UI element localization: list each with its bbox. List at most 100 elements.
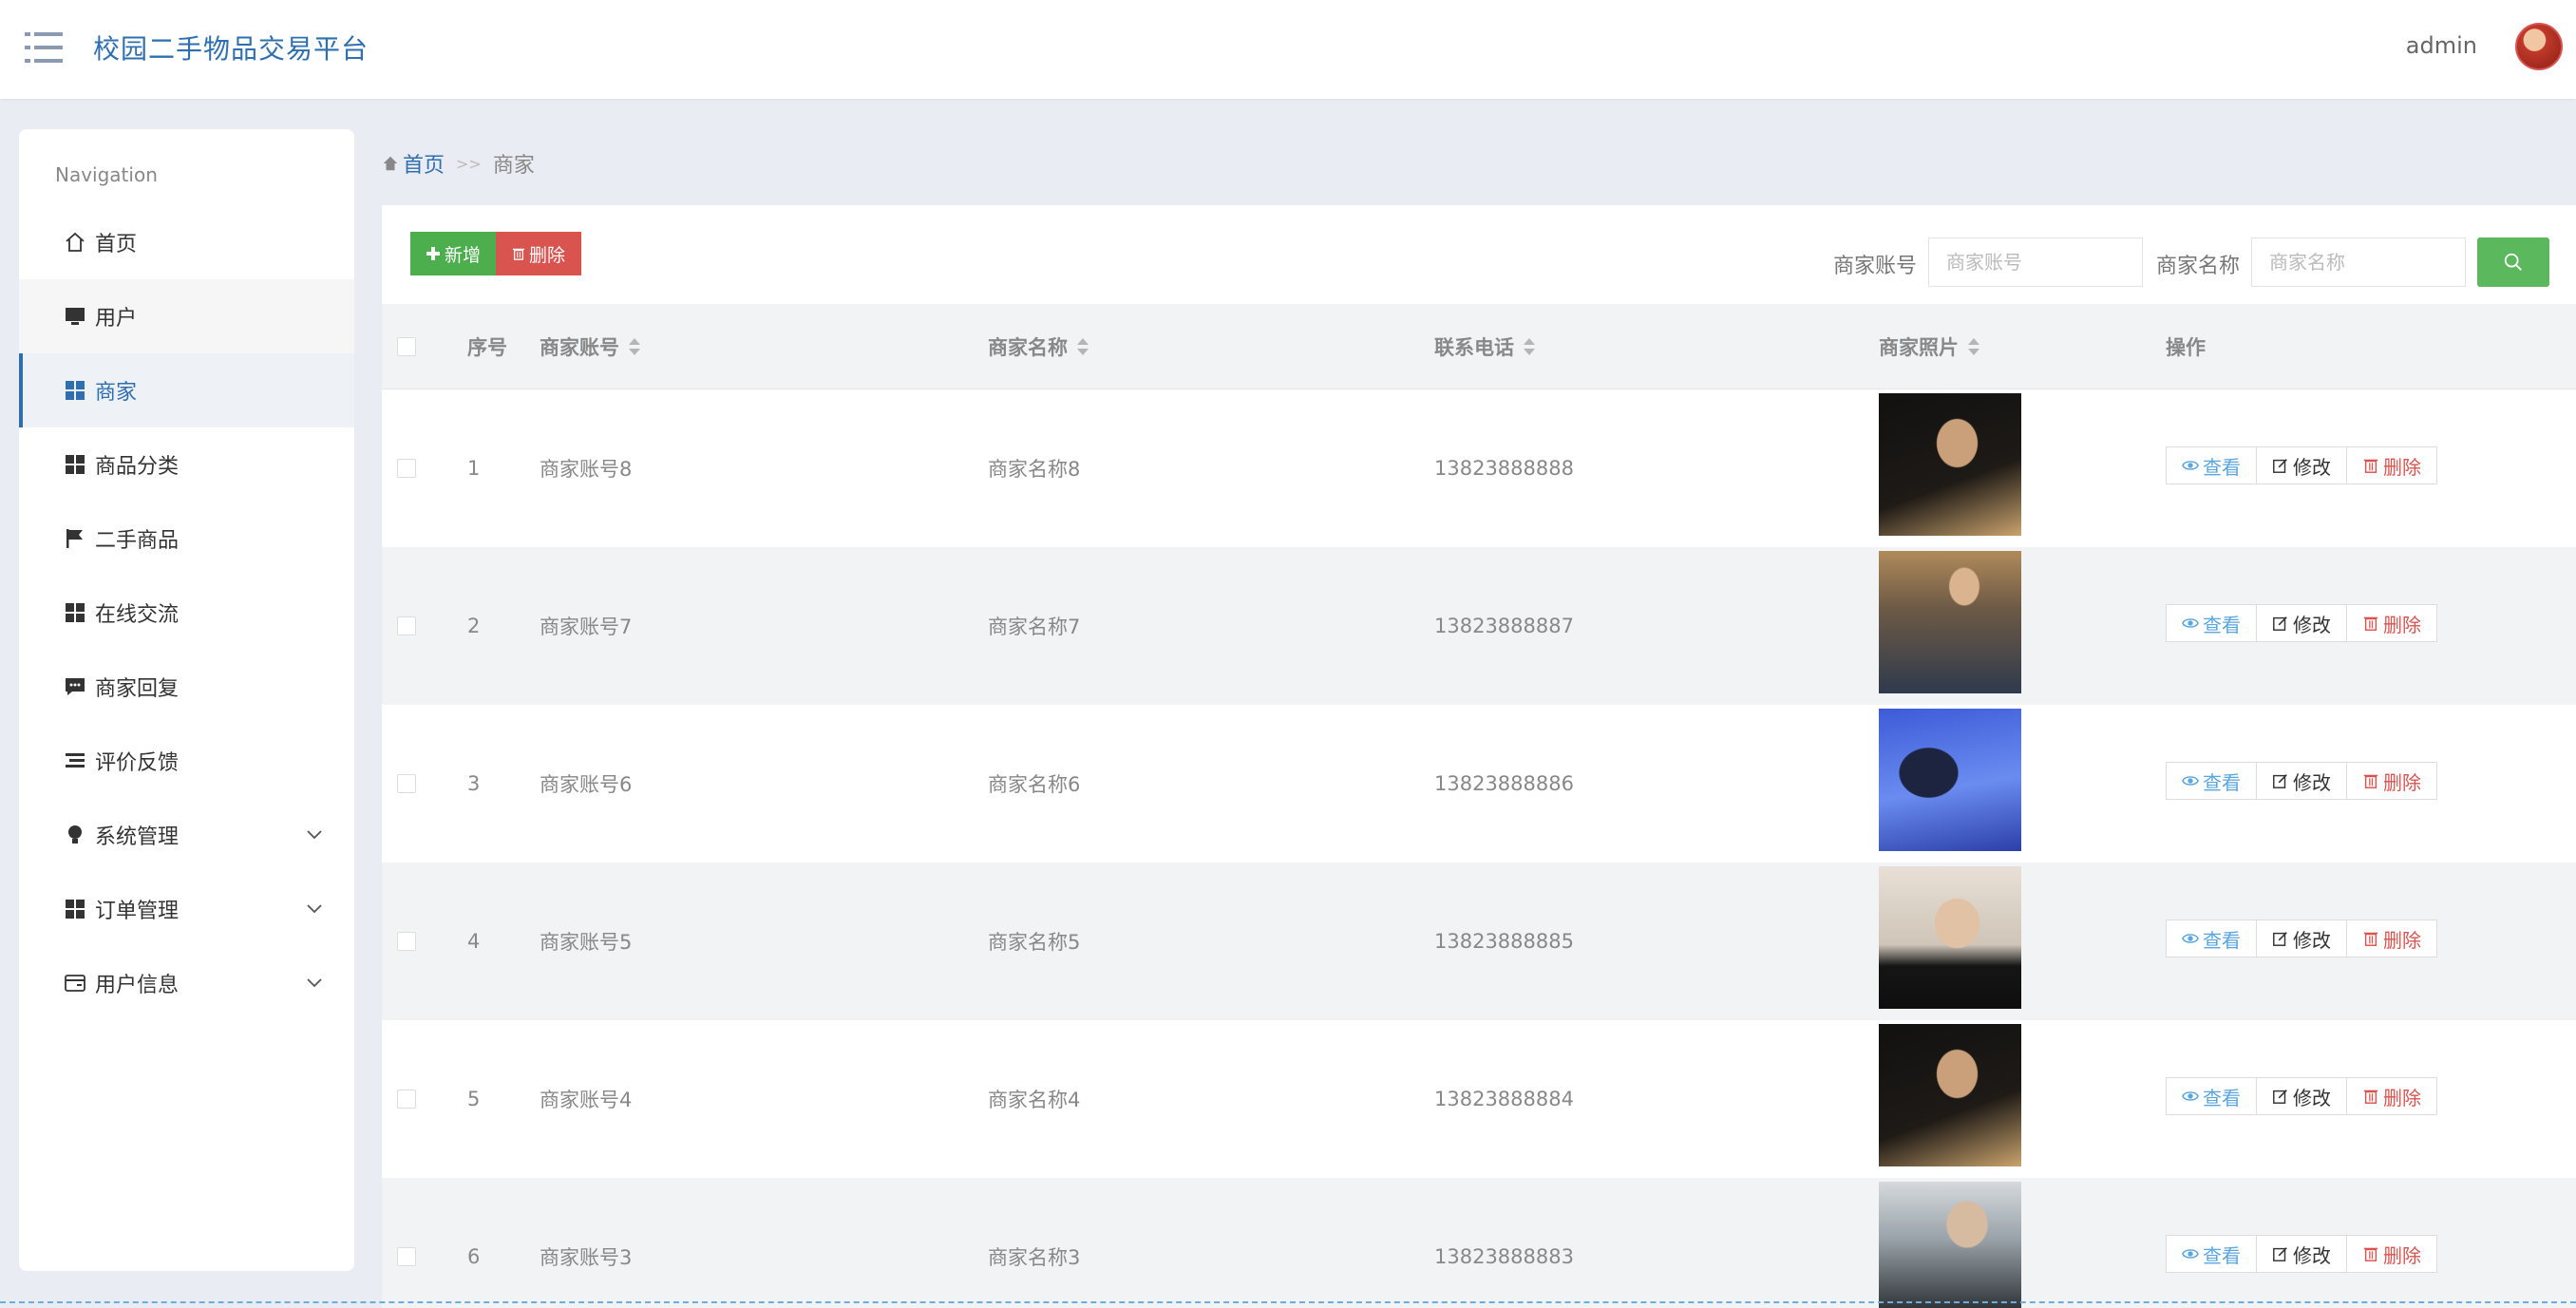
row-checkbox[interactable] <box>397 932 416 951</box>
cell-phone: 13823888887 <box>1434 615 1574 637</box>
delete-button[interactable]: 删除 <box>2346 604 2437 642</box>
sort-icon[interactable] <box>629 337 640 356</box>
edit-button[interactable]: 修改 <box>2256 1077 2347 1115</box>
cell-account: 商家账号7 <box>540 616 633 638</box>
sidebar-item-label: 订单管理 <box>95 900 180 923</box>
row-select-cell[interactable] <box>397 547 416 705</box>
name-search-input[interactable] <box>2251 237 2466 287</box>
delete-button-label: 删除 <box>528 244 565 266</box>
cell-index: 3 <box>467 772 481 795</box>
sidebar-item-feedback[interactable]: 评价反馈 <box>19 724 354 798</box>
view-button[interactable]: 查看 <box>2166 919 2257 957</box>
sidebar-item-categories[interactable]: 商品分类 <box>19 427 354 502</box>
row-select-cell[interactable] <box>397 1020 416 1178</box>
edit-button[interactable]: 修改 <box>2256 762 2347 800</box>
view-button-label: 查看 <box>2203 455 2241 479</box>
edit-button[interactable]: 修改 <box>2256 1235 2347 1273</box>
row-actions: 查看 修改 删除 <box>2166 919 2437 957</box>
header-name[interactable]: 商家名称 <box>988 304 1089 389</box>
view-button-label: 查看 <box>2203 770 2241 794</box>
row-select-cell[interactable] <box>397 1178 416 1308</box>
menu-toggle-icon[interactable] <box>25 28 63 66</box>
avatar[interactable] <box>2515 23 2563 70</box>
select-all-cell[interactable] <box>397 304 416 389</box>
sidebar-item-label: 系统管理 <box>95 825 180 849</box>
merchant-photo[interactable] <box>1879 1182 2021 1308</box>
merchant-photo[interactable] <box>1879 393 2021 536</box>
header-photo-label: 商家照片 <box>1879 336 1959 359</box>
header-phone[interactable]: 联系电话 <box>1434 304 1535 389</box>
sidebar: Navigation 首页 用户 商家 商品分类 二手商品 在线交流 商家回复 <box>19 129 354 1271</box>
row-checkbox[interactable] <box>397 774 416 793</box>
edit-button-label: 修改 <box>2293 928 2331 952</box>
sort-icon[interactable] <box>1524 337 1535 356</box>
batch-delete-button[interactable]: 删除 <box>496 232 581 275</box>
edit-icon <box>2273 616 2287 631</box>
cell-phone: 13823888886 <box>1434 772 1574 795</box>
sidebar-item-merchants[interactable]: 商家 <box>19 353 354 427</box>
row-checkbox[interactable] <box>397 459 416 478</box>
view-button[interactable]: 查看 <box>2166 762 2257 800</box>
merchant-photo[interactable] <box>1879 1024 2021 1166</box>
nav-title: Navigation <box>55 163 158 186</box>
table-row: 6 商家账号3 商家名称3 13823888883 查看 修改 删除 <box>382 1178 2576 1308</box>
delete-button[interactable]: 删除 <box>2346 446 2437 484</box>
nav-list: 首页 用户 商家 商品分类 二手商品 在线交流 商家回复 评价反馈 系统管理 订… <box>19 205 354 1020</box>
breadcrumb: 首页 >> 商家 <box>382 148 535 179</box>
breadcrumb-home[interactable]: 首页 <box>382 148 445 179</box>
delete-button[interactable]: 删除 <box>2346 762 2437 800</box>
view-button[interactable]: 查看 <box>2166 446 2257 484</box>
add-button[interactable]: 新增 <box>410 232 496 275</box>
sort-icon[interactable] <box>1968 337 1979 356</box>
edit-button[interactable]: 修改 <box>2256 446 2347 484</box>
cell-phone: 13823888884 <box>1434 1088 1574 1110</box>
merchant-photo[interactable] <box>1879 709 2021 851</box>
card-icon <box>63 971 87 995</box>
sidebar-item-home[interactable]: 首页 <box>19 205 354 279</box>
cell-account: 商家账号4 <box>540 1089 633 1111</box>
merchant-photo[interactable] <box>1879 866 2021 1009</box>
grid-icon <box>63 600 87 625</box>
select-all-checkbox[interactable] <box>397 337 416 356</box>
row-select-cell[interactable] <box>397 389 416 547</box>
row-select-cell[interactable] <box>397 705 416 863</box>
edit-button[interactable]: 修改 <box>2256 919 2347 957</box>
row-actions: 查看 修改 删除 <box>2166 446 2437 484</box>
edit-icon <box>2273 774 2287 788</box>
sidebar-item-users[interactable]: 用户 <box>19 279 354 353</box>
table-row: 1 商家账号8 商家名称8 13823888888 查看 修改 删除 <box>382 389 2576 547</box>
row-checkbox[interactable] <box>397 616 416 635</box>
cell-name: 商家名称7 <box>988 616 1081 638</box>
sidebar-item-replies[interactable]: 商家回复 <box>19 650 354 724</box>
edit-button[interactable]: 修改 <box>2256 604 2347 642</box>
row-select-cell[interactable] <box>397 863 416 1020</box>
sidebar-item-system[interactable]: 系统管理 <box>19 798 354 872</box>
view-button[interactable]: 查看 <box>2166 1077 2257 1115</box>
sidebar-item-secondhand[interactable]: 二手商品 <box>19 502 354 576</box>
sidebar-item-userinfo[interactable]: 用户信息 <box>19 946 354 1020</box>
sort-icon[interactable] <box>1077 337 1089 356</box>
row-checkbox[interactable] <box>397 1247 416 1266</box>
delete-button[interactable]: 删除 <box>2346 1235 2437 1273</box>
view-button[interactable]: 查看 <box>2166 1235 2257 1273</box>
username[interactable]: admin <box>2406 32 2477 59</box>
cell-account: 商家账号5 <box>540 931 633 954</box>
delete-button[interactable]: 删除 <box>2346 1077 2437 1115</box>
header-account[interactable]: 商家账号 <box>540 304 640 389</box>
delete-button-label: 删除 <box>2383 1243 2421 1267</box>
header-photo[interactable]: 商家照片 <box>1879 304 1979 389</box>
search-button[interactable] <box>2477 237 2549 287</box>
cell-phone: 13823888888 <box>1434 457 1574 480</box>
sidebar-item-orders[interactable]: 订单管理 <box>19 872 354 946</box>
trash-icon <box>2363 616 2378 631</box>
sidebar-item-chat[interactable]: 在线交流 <box>19 576 354 650</box>
table-row: 5 商家账号4 商家名称4 13823888884 查看 修改 删除 <box>382 1020 2576 1178</box>
eye-icon <box>2182 618 2199 628</box>
sidebar-item-label: 评价反馈 <box>95 751 180 775</box>
view-button[interactable]: 查看 <box>2166 604 2257 642</box>
monitor-icon <box>63 304 87 329</box>
merchant-photo[interactable] <box>1879 551 2021 693</box>
delete-button[interactable]: 删除 <box>2346 919 2437 957</box>
row-checkbox[interactable] <box>397 1090 416 1109</box>
account-search-input[interactable] <box>1928 237 2143 287</box>
